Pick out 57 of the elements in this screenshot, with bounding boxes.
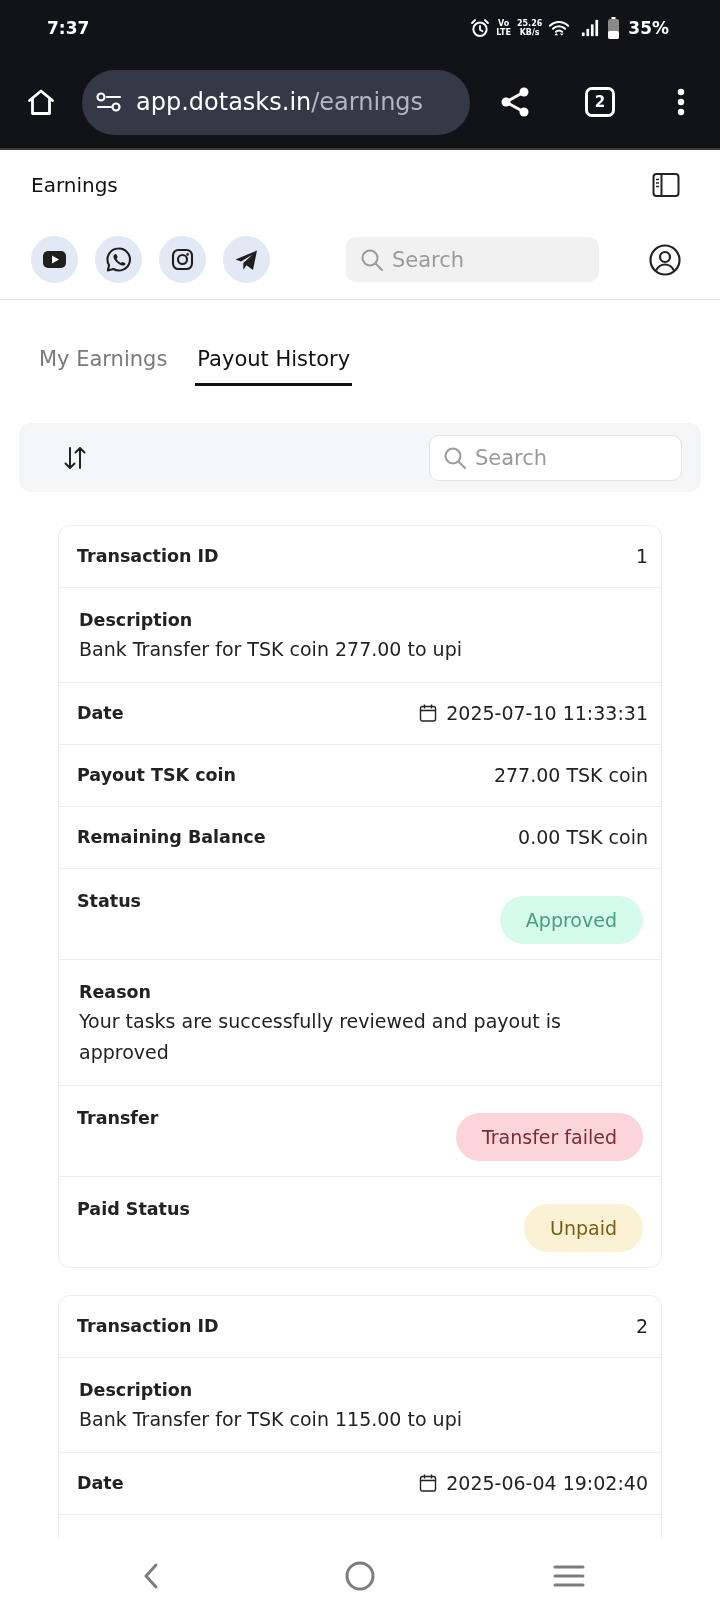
status-badge: Approved (499, 896, 643, 944)
search-icon (360, 247, 384, 272)
clock-time: 7:37 (47, 18, 90, 38)
field-value: Your tasks are successfully reviewed and payout is approved (79, 1009, 562, 1065)
menu-icon[interactable] (552, 1563, 585, 1588)
search-icon (443, 445, 467, 470)
user-profile-icon[interactable] (649, 243, 681, 276)
field-value: 277.00 TSK coin (493, 763, 648, 787)
tab[interactable]: My Earnings (37, 347, 170, 386)
field-label: Status (77, 890, 142, 913)
network-speed: 25.26 KB/s (517, 19, 543, 37)
sort-icon[interactable] (62, 444, 88, 471)
calendar-icon (419, 704, 438, 722)
field-label: Transfer (77, 1107, 159, 1130)
play-button-icon[interactable] (31, 236, 78, 283)
home-icon[interactable] (26, 87, 56, 117)
field-label: Reason (79, 981, 153, 1004)
battery-icon (608, 17, 620, 39)
alarm-icon (470, 18, 491, 38)
page-title: Earnings (31, 173, 118, 197)
field-label: Description (79, 609, 194, 632)
camera-icon[interactable] (159, 236, 206, 283)
field-value: Bank Transfer for TSK coin 115.00 to upi (79, 1407, 463, 1432)
chat-phone-icon[interactable] (95, 236, 142, 283)
field-label: Description (79, 1379, 194, 1402)
share-icon[interactable] (499, 86, 531, 118)
field-label: Payout TSK coin (77, 764, 237, 787)
sidebar-toggle-icon[interactable] (652, 172, 680, 198)
field-label: Transaction ID (77, 1315, 219, 1338)
back-icon[interactable] (143, 1561, 160, 1590)
field-label: Transaction ID (77, 545, 219, 568)
calendar-icon (419, 1474, 438, 1492)
field-label: Remaining Balance (77, 826, 266, 849)
field-label: Date (77, 1472, 124, 1495)
address-bar[interactable]: app.dotasks.in/earnings (82, 69, 470, 135)
search-field[interactable]: Search (346, 237, 599, 282)
field-value: Bank Transfer for TSK coin 277.00 to upi (79, 637, 463, 662)
search-field[interactable]: Search (429, 434, 682, 481)
status-badge: Unpaid (524, 1204, 643, 1252)
more-options-icon[interactable] (677, 88, 685, 116)
wifi-icon (548, 18, 571, 38)
network-type-label: Vo LTE (496, 19, 511, 37)
status-badge: Transfer failed (455, 1113, 643, 1161)
signal-icon (581, 19, 600, 37)
tab[interactable]: Payout History (195, 347, 353, 386)
field-value: 2 (635, 1314, 648, 1338)
tab-switcher-button[interactable]: 2 (585, 87, 615, 117)
date-value: 2025-07-10 11:33:31 (446, 701, 648, 725)
paper-plane-icon[interactable] (223, 236, 270, 283)
date-value: 2025-06-04 19:02:40 (446, 1471, 648, 1495)
url-text: app.dotasks.in/earnings (136, 87, 424, 117)
field-value: 1 (635, 544, 648, 568)
field-label: Paid Status (77, 1198, 190, 1221)
field-value: 0.00 TSK coin (518, 825, 648, 849)
field-label: Date (77, 702, 124, 725)
sliders-icon[interactable] (96, 91, 122, 113)
battery-percentage: 35% (628, 18, 669, 38)
